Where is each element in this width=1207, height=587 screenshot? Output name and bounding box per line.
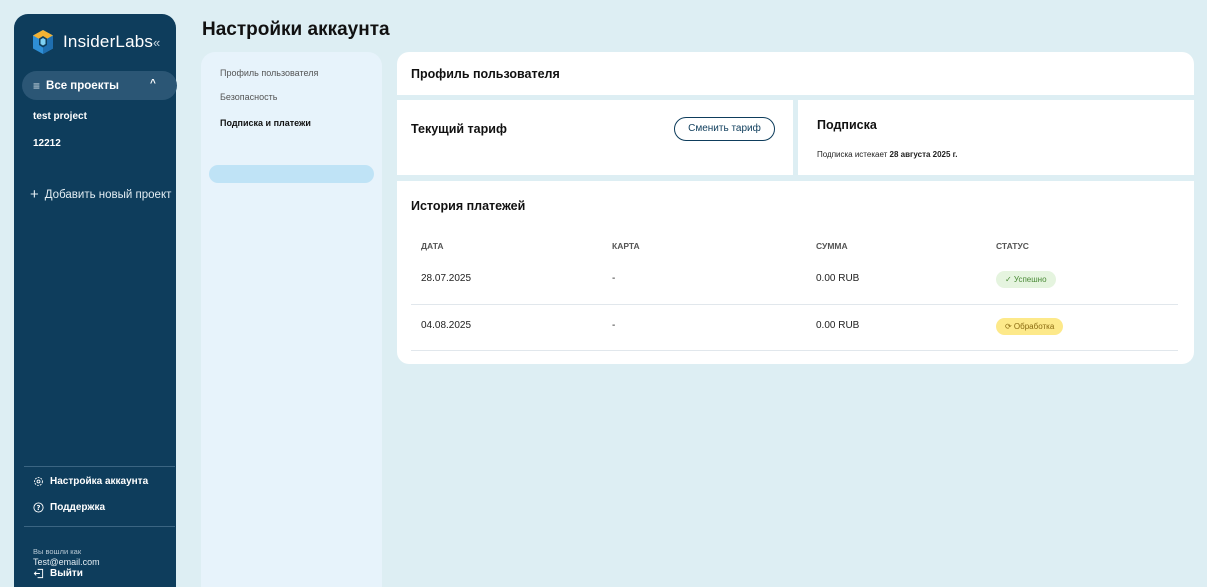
table-row[interactable]: 28.07.2025 - 0.00 RUB ✓ Успешно xyxy=(411,258,1178,305)
payment-card: - xyxy=(612,258,816,305)
logged-in-label: Вы вошли как xyxy=(33,547,82,556)
divider xyxy=(24,466,175,467)
table-header-row: ДАТА КАРТА СУММА СТАТУС xyxy=(411,234,1178,258)
column-header-status: СТАТУС xyxy=(996,241,1029,251)
subscription-card: Подписка Подписка истекает 28 августа 20… xyxy=(798,100,1194,175)
settings-nav-active-highlight xyxy=(209,165,374,183)
column-header-amount: СУММА xyxy=(816,241,848,251)
sidebar-project-item[interactable]: 12212 xyxy=(33,138,61,149)
subscription-expiry: Подписка истекает 28 августа 2025 г. xyxy=(817,150,957,159)
sidebar: InsiderLabs « ≡ Все проекты ^ test proje… xyxy=(14,14,177,587)
settings-nav-subscription[interactable]: Подписка и платежи xyxy=(220,118,311,128)
tariff-card: Текущий тариф Сменить тариф xyxy=(397,100,793,175)
divider xyxy=(24,526,175,527)
payment-amount: 0.00 RUB xyxy=(816,258,996,305)
sidebar-project-item[interactable]: test project xyxy=(33,111,87,122)
account-settings-label: Настройка аккаунта xyxy=(50,476,149,487)
column-header-date: ДАТА xyxy=(421,241,444,251)
column-header-card: КАРТА xyxy=(612,241,640,251)
payment-status-cell: ⟳ Обработка xyxy=(996,304,1178,351)
brand[interactable]: InsiderLabs xyxy=(32,29,153,55)
subscription-card-title: Подписка xyxy=(817,118,877,132)
all-projects-dropdown[interactable]: ≡ Все проекты ^ xyxy=(22,71,177,100)
profile-card: Профиль пользователя xyxy=(397,52,1194,95)
svg-text:?: ? xyxy=(37,504,41,512)
payment-history-card: История платежей ДАТА КАРТА СУММА СТАТУС… xyxy=(397,181,1194,364)
account-settings-link[interactable]: Настройка аккаунта xyxy=(33,476,148,487)
payment-history-title: История платежей xyxy=(411,199,526,213)
add-project-label: Добавить новый проект xyxy=(44,188,172,201)
support-link[interactable]: ? Поддержка xyxy=(33,502,105,513)
payment-history-table: ДАТА КАРТА СУММА СТАТУС 28.07.2025 - 0.0… xyxy=(411,234,1178,351)
status-badge: ✓ Успешно xyxy=(996,271,1056,288)
logout-button[interactable]: Выйти xyxy=(33,568,83,579)
page-title: Настройки аккаунта xyxy=(202,19,390,40)
expiry-prefix: Подписка истекает xyxy=(817,150,888,159)
profile-card-title: Профиль пользователя xyxy=(411,67,560,81)
help-icon: ? xyxy=(33,502,44,513)
support-label: Поддержка xyxy=(50,502,106,513)
settings-nav: Профиль пользователя Безопасность Подпис… xyxy=(201,52,382,587)
payment-amount: 0.00 RUB xyxy=(816,304,996,351)
settings-nav-profile[interactable]: Профиль пользователя xyxy=(220,68,318,78)
gear-icon xyxy=(34,477,43,486)
add-project-button[interactable]: + Добавить новый проект xyxy=(30,186,171,203)
expiry-date: 28 августа 2025 г. xyxy=(889,150,958,159)
settings-nav-security[interactable]: Безопасность xyxy=(220,92,277,102)
plus-icon: + xyxy=(30,186,39,203)
tariff-card-title: Текущий тариф xyxy=(411,122,507,136)
status-badge: ⟳ Обработка xyxy=(996,317,1064,335)
logout-label: Выйти xyxy=(50,568,83,579)
change-tariff-button[interactable]: Сменить тариф xyxy=(674,117,775,141)
brand-name: InsiderLabs xyxy=(63,32,154,51)
user-email: Test@email.com xyxy=(33,557,100,567)
payment-card: - xyxy=(612,304,816,351)
collapse-sidebar-icon[interactable]: « xyxy=(153,35,160,50)
payment-date: 28.07.2025 xyxy=(411,258,612,305)
payment-status-cell: ✓ Успешно xyxy=(996,258,1178,305)
all-projects-label: Все проекты xyxy=(46,79,119,92)
chevron-up-icon: ^ xyxy=(150,78,156,89)
insiderlabs-logo-icon xyxy=(33,30,53,54)
payment-date: 04.08.2025 xyxy=(411,304,612,351)
menu-icon: ≡ xyxy=(33,78,41,93)
logout-icon xyxy=(33,568,44,579)
table-row[interactable]: 04.08.2025 - 0.00 RUB ⟳ Обработка xyxy=(411,304,1178,351)
